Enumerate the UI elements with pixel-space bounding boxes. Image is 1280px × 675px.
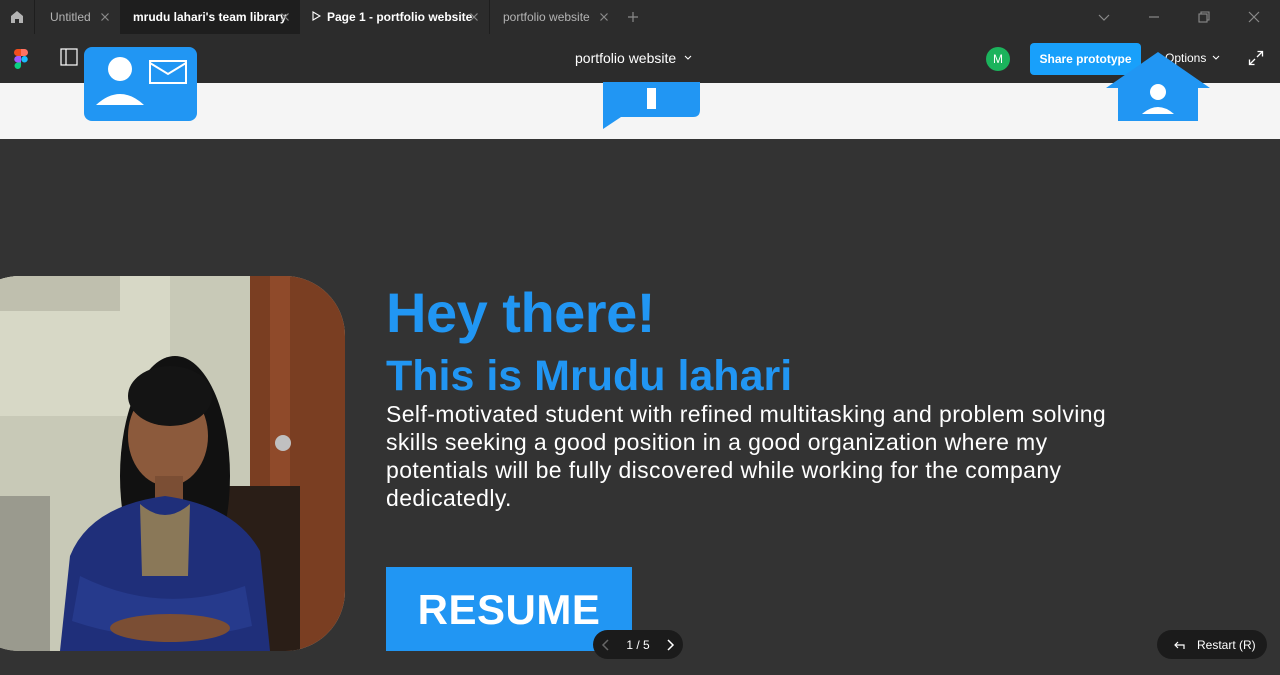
home-button[interactable]	[0, 0, 34, 34]
page-counter: 1 / 5	[626, 637, 650, 652]
profile-photo	[0, 276, 345, 651]
chevron-down-icon	[1098, 14, 1110, 21]
bio-paragraph: Self-motivated student with refined mult…	[386, 401, 1107, 511]
chevron-right-icon	[667, 638, 675, 651]
close-tab-icon[interactable]	[597, 10, 611, 24]
file-title: portfolio website	[575, 50, 677, 66]
name-heading: This is Mrudu lahari	[386, 352, 793, 400]
tab-label: Page 1 - portfolio website	[327, 10, 473, 24]
figma-logo-icon	[14, 49, 28, 69]
tab-team-library[interactable]: mrudu lahari's team library	[120, 0, 300, 34]
minimize-icon	[1149, 16, 1159, 18]
close-window-button[interactable]	[1246, 9, 1262, 25]
file-title-menu[interactable]: portfolio website	[575, 50, 692, 66]
restart-label: Restart (R)	[1197, 637, 1256, 652]
close-icon	[1248, 11, 1260, 23]
close-tab-icon[interactable]	[278, 10, 292, 24]
page-navigator: 1 / 5	[593, 630, 683, 659]
restore-button[interactable]	[1196, 9, 1212, 25]
restart-arrow-icon	[1174, 641, 1185, 649]
tabs-dropdown-button[interactable]	[1096, 9, 1112, 25]
previous-page-button[interactable]	[601, 638, 611, 652]
tab-label: Untitled	[50, 10, 91, 24]
tab-label: portfolio website	[503, 10, 590, 24]
restore-icon	[1198, 11, 1210, 23]
tab-bar: Untitled mrudu lahari's team library Pag…	[0, 0, 1280, 34]
tab-portfolio-website[interactable]: portfolio website	[489, 0, 619, 34]
resume-label: RESUME	[417, 586, 601, 633]
fullscreen-button[interactable]	[1248, 50, 1264, 71]
tab-label: mrudu lahari's team library	[133, 10, 287, 24]
chevron-left-icon	[601, 638, 609, 651]
info-chat-icon[interactable]	[603, 82, 700, 134]
next-page-button[interactable]	[665, 638, 675, 652]
expand-icon	[1248, 50, 1264, 66]
minimize-button[interactable]	[1146, 9, 1162, 25]
avatar[interactable]: M	[986, 47, 1010, 71]
contact-card-icon[interactable]	[84, 47, 197, 126]
sidebar-icon	[60, 48, 78, 66]
tab-page-1-prototype[interactable]: Page 1 - portfolio website	[300, 0, 489, 34]
close-tab-icon[interactable]	[467, 10, 481, 24]
restart-button[interactable]: Restart (R)	[1157, 630, 1267, 659]
chevron-down-icon	[1212, 55, 1220, 60]
close-tab-icon[interactable]	[98, 10, 112, 24]
chevron-down-icon	[684, 55, 692, 60]
plus-icon	[628, 12, 638, 22]
new-tab-button[interactable]	[625, 9, 641, 25]
greeting-heading: Hey there!	[386, 281, 655, 344]
figma-menu-button[interactable]	[14, 49, 28, 74]
tab-untitled[interactable]: Untitled	[36, 0, 120, 34]
home-icon	[11, 11, 23, 23]
home-user-icon[interactable]	[1106, 52, 1210, 126]
play-icon	[312, 10, 322, 24]
toggle-sidebar-button[interactable]	[60, 48, 78, 71]
